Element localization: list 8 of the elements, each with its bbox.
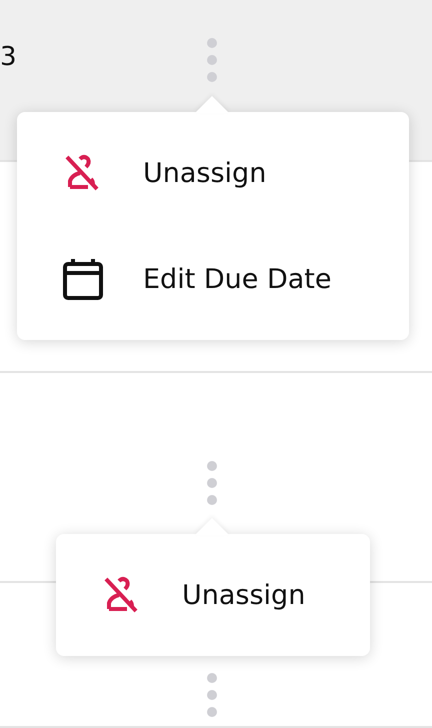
calendar-icon [61,257,105,301]
menu-item[interactable]: Edit Due Date [17,226,409,332]
more-icon[interactable] [205,461,219,505]
more-icon[interactable] [205,673,219,717]
menu-item[interactable]: Unassign [17,120,409,226]
more-icon[interactable] [205,38,219,82]
row-label: 3 [0,42,17,72]
menu-item[interactable]: Unassign [56,542,370,648]
